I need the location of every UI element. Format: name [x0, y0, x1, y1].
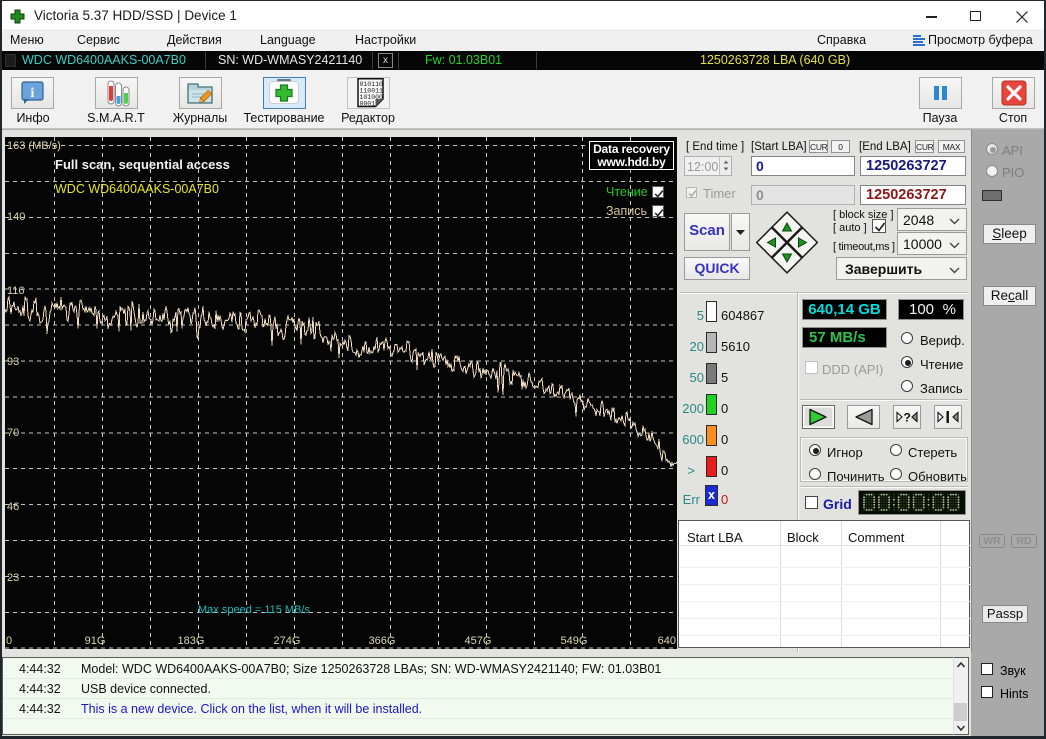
svg-text:?: ? [904, 411, 911, 425]
svg-text:i: i [31, 86, 35, 101]
svg-text:0001: 0001 [360, 101, 376, 108]
